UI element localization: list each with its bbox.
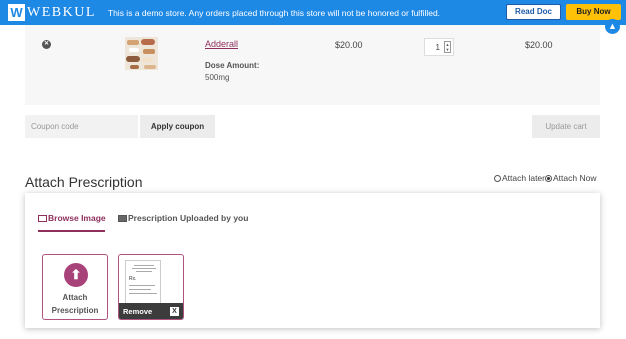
upload-arrow-icon: ⬆ bbox=[64, 263, 88, 287]
close-icon[interactable]: X bbox=[170, 306, 179, 316]
scroll-to-top-chevron-up-icon[interactable]: ▲ bbox=[605, 19, 620, 34]
tab-prescription-uploaded[interactable]: Prescription Uploaded by you bbox=[118, 213, 248, 223]
attach-prescription-heading: Attach Prescription bbox=[25, 174, 143, 190]
attach-card-line-1: Attach bbox=[62, 293, 88, 302]
update-cart-button[interactable]: Update cart bbox=[532, 115, 600, 138]
quantity-stepper[interactable]: 1 ▲ ▼ bbox=[424, 38, 454, 56]
webkul-logo-icon: W bbox=[8, 4, 25, 21]
attach-later-radio[interactable] bbox=[494, 174, 501, 182]
spinner-arrows-icon[interactable]: ▲ ▼ bbox=[444, 41, 451, 53]
prescription-panel: Browse Image Prescription Uploaded by yo… bbox=[25, 193, 600, 328]
webkul-logo[interactable]: W WEBKUL bbox=[8, 4, 96, 21]
tab-browse-image[interactable]: Browse Image bbox=[38, 213, 106, 223]
remove-prescription-button[interactable]: Remove bbox=[123, 307, 152, 316]
attach-later-label[interactable]: Attach later bbox=[502, 173, 545, 183]
attach-card-line-2: Prescription bbox=[51, 306, 99, 315]
attach-prescription-button[interactable]: ⬆ Attach Prescription bbox=[42, 254, 108, 320]
read-doc-button[interactable]: Read Doc bbox=[506, 4, 561, 20]
buy-now-button[interactable]: Buy Now bbox=[566, 4, 621, 20]
tab-browse-image-label: Browse Image bbox=[48, 213, 106, 223]
attach-option-group: Attach later Attach Now bbox=[494, 173, 596, 183]
remove-prescription-bar: Remove X bbox=[119, 303, 183, 319]
tab-prescription-uploaded-label: Prescription Uploaded by you bbox=[128, 213, 249, 223]
dose-amount-value: 500mg bbox=[205, 73, 230, 82]
webkul-logo-text: WEBKUL bbox=[27, 4, 96, 20]
pills-image bbox=[125, 37, 158, 70]
document-list-icon bbox=[118, 214, 127, 222]
product-subtotal: $20.00 bbox=[525, 40, 553, 50]
remove-item-close-icon[interactable]: ✕ bbox=[42, 40, 51, 49]
uploaded-prescription-thumbnail[interactable]: Rx. Remove X bbox=[118, 254, 184, 320]
image-icon bbox=[38, 214, 47, 222]
attach-prescription-card-label: Attach Prescription bbox=[43, 291, 107, 317]
attach-now-radio[interactable] bbox=[545, 174, 552, 182]
rx-mark: Rx. bbox=[129, 276, 137, 282]
attach-now-label[interactable]: Attach Now bbox=[553, 173, 596, 183]
demo-store-notice: This is a demo store. Any orders placed … bbox=[107, 7, 441, 18]
product-name-link[interactable]: Adderall bbox=[205, 39, 238, 49]
apply-coupon-button[interactable]: Apply coupon bbox=[140, 115, 215, 138]
product-price: $20.00 bbox=[335, 40, 363, 50]
cart-item-row: ✕ Adderall Dose Amount: 500mg $20.00 1 ▲… bbox=[25, 25, 600, 105]
product-thumbnail[interactable] bbox=[125, 37, 158, 70]
prescription-document-preview: Rx. bbox=[125, 260, 161, 304]
active-tab-indicator bbox=[38, 230, 105, 232]
dose-amount-label: Dose Amount: bbox=[205, 61, 260, 70]
quantity-value: 1 bbox=[435, 42, 440, 52]
coupon-code-input[interactable]: Coupon code bbox=[25, 115, 138, 138]
